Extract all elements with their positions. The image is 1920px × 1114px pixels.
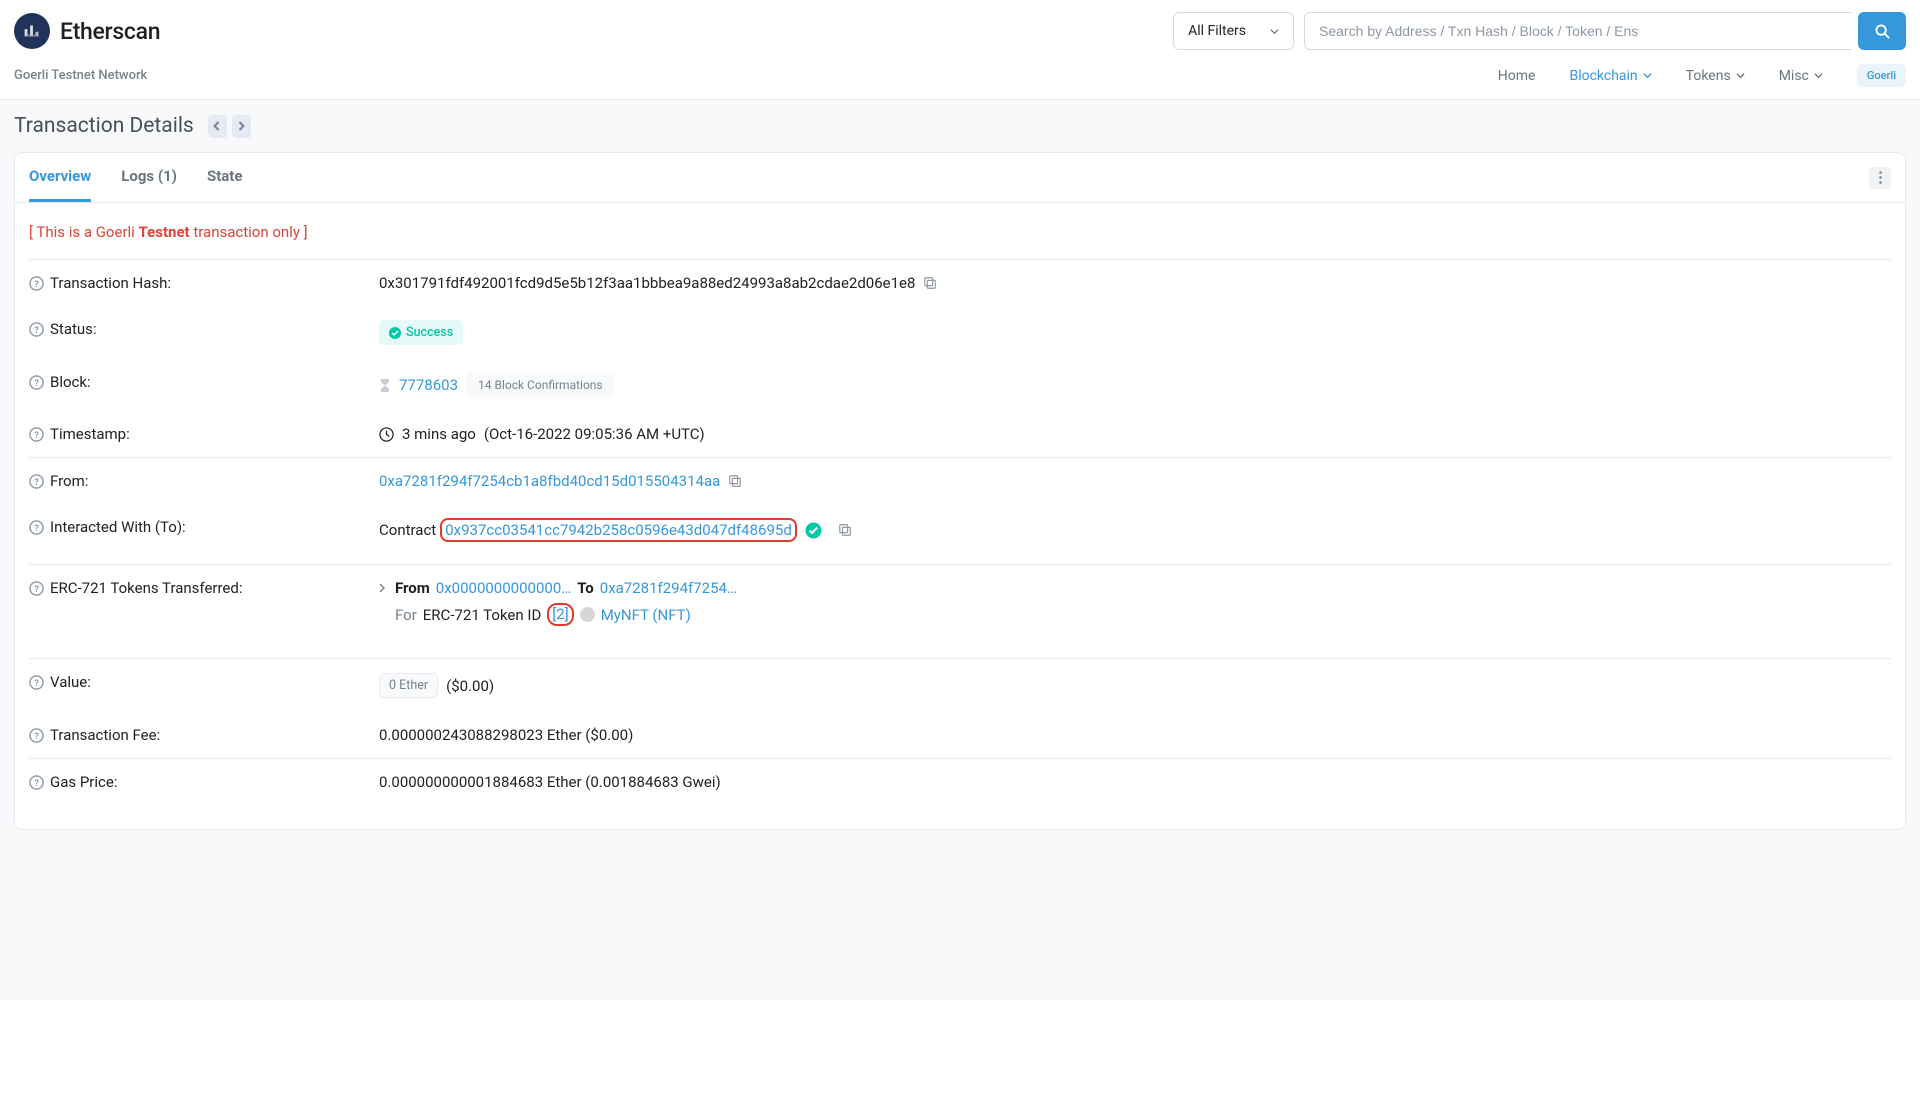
token-name-link[interactable]: MyNFT (NFT) [601, 606, 691, 624]
svg-text:?: ? [34, 678, 39, 689]
chevron-down-icon [1270, 27, 1279, 36]
highlight-contract-address: 0x937cc03541cc7942b258c0596e43d047df4869… [440, 518, 797, 542]
help-icon: ? [29, 775, 44, 790]
verified-icon [805, 522, 822, 539]
search-input[interactable] [1304, 12, 1852, 50]
hourglass-icon [379, 378, 391, 393]
help-icon: ? [29, 427, 44, 442]
copy-icon[interactable] [923, 276, 937, 290]
value-ether-badge: 0 Ether [379, 673, 438, 698]
chevron-down-icon [1736, 71, 1745, 80]
chevron-right-icon [237, 121, 245, 131]
timestamp-full: (Oct-16-2022 09:05:36 AM +UTC) [484, 425, 705, 443]
svg-text:?: ? [34, 477, 39, 488]
label-status: Status: [50, 320, 97, 338]
contract-label: Contract [379, 521, 436, 539]
label-tx-fee: Transaction Fee: [50, 726, 160, 744]
nav-misc[interactable]: Misc [1779, 68, 1823, 84]
help-icon: ? [29, 474, 44, 489]
transfer-to-label: To [577, 579, 594, 597]
gas-price-value: 0.000000000001884683 Ether (0.001884683 … [379, 773, 721, 791]
transfer-from-label: From [395, 579, 430, 597]
transfer-token-type: ERC-721 Token ID [423, 606, 542, 624]
help-icon: ? [29, 276, 44, 291]
from-address-link[interactable]: 0xa7281f294f7254cb1a8fbd40cd15d015504314… [379, 472, 720, 490]
more-button[interactable] [1869, 167, 1891, 189]
chevron-down-icon [1814, 71, 1823, 80]
timestamp-ago: 3 mins ago [402, 425, 476, 443]
label-timestamp: Timestamp: [50, 425, 130, 443]
logo[interactable]: Etherscan [14, 13, 160, 49]
tab-state[interactable]: State [207, 153, 243, 202]
clock-icon [379, 427, 394, 442]
help-icon: ? [29, 728, 44, 743]
help-icon: ? [29, 322, 44, 337]
token-id-link[interactable]: [2] [552, 605, 568, 623]
svg-text:?: ? [34, 325, 39, 336]
network-label: Goerli Testnet Network [14, 68, 147, 83]
page-title: Transaction Details [14, 114, 194, 138]
label-from: From: [50, 472, 88, 490]
label-interacted-with: Interacted With (To): [50, 518, 186, 536]
svg-text:?: ? [34, 523, 39, 534]
next-tx-button[interactable] [232, 115, 251, 138]
prev-tx-button[interactable] [208, 115, 227, 138]
tab-logs[interactable]: Logs (1) [121, 153, 177, 202]
label-tx-hash: Transaction Hash: [50, 274, 171, 292]
chevron-down-icon [1643, 71, 1652, 80]
dots-vertical-icon [1879, 171, 1882, 184]
filter-label: All Filters [1188, 23, 1246, 39]
tx-hash-value: 0x301791fdf492001fcd9d5e5b12f3aa1bbbea9a… [379, 274, 915, 292]
filter-dropdown[interactable]: All Filters [1173, 12, 1294, 50]
svg-text:?: ? [34, 731, 39, 742]
nav-tokens[interactable]: Tokens [1686, 68, 1745, 84]
label-erc721: ERC-721 Tokens Transferred: [50, 579, 242, 597]
network-badge[interactable]: Goerli [1857, 64, 1906, 87]
chevron-left-icon [213, 121, 221, 131]
svg-text:?: ? [34, 378, 39, 389]
value-usd: ($0.00) [446, 677, 494, 695]
svg-text:?: ? [34, 778, 39, 789]
nav-home[interactable]: Home [1498, 68, 1536, 84]
copy-icon[interactable] [838, 523, 852, 537]
svg-text:?: ? [34, 430, 39, 441]
svg-text:?: ? [34, 279, 39, 290]
highlight-token-id: [2] [547, 603, 573, 626]
label-value: Value: [50, 673, 91, 691]
tx-fee-value: 0.000000243088298023 Ether ($0.00) [379, 726, 633, 744]
tab-overview[interactable]: Overview [29, 153, 91, 202]
transfer-for-label: For [395, 606, 417, 624]
label-block: Block: [50, 373, 91, 391]
logo-text: Etherscan [60, 18, 160, 45]
help-icon: ? [29, 675, 44, 690]
search-button[interactable] [1858, 12, 1906, 50]
to-address-link[interactable]: 0x937cc03541cc7942b258c0596e43d047df4869… [445, 521, 792, 539]
help-icon: ? [29, 581, 44, 596]
help-icon: ? [29, 520, 44, 535]
testnet-warning: [ This is a Goerli Testnet transaction o… [29, 217, 1891, 259]
search-icon [1875, 24, 1890, 39]
help-icon: ? [29, 375, 44, 390]
block-number-link[interactable]: 7778603 [399, 376, 458, 394]
transfer-from-link[interactable]: 0x0000000000000… [436, 579, 572, 597]
transfer-to-link[interactable]: 0xa7281f294f7254… [600, 579, 737, 597]
check-circle-icon [389, 327, 401, 339]
svg-text:?: ? [34, 584, 39, 595]
status-badge: Success [379, 320, 463, 345]
copy-icon[interactable] [728, 474, 742, 488]
logo-icon [14, 13, 50, 49]
nav-blockchain[interactable]: Blockchain [1569, 68, 1651, 84]
block-confirmations: 14 Block Confirmations [466, 373, 615, 397]
token-icon [580, 607, 595, 622]
label-gas-price: Gas Price: [50, 773, 117, 791]
caret-right-icon [379, 583, 385, 593]
